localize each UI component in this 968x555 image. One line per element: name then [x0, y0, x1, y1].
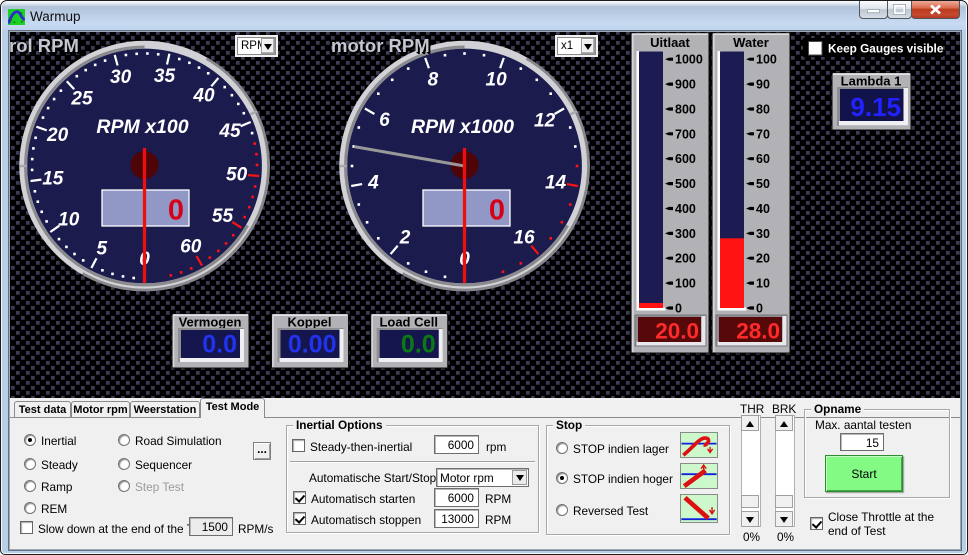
svg-text:0.0: 0.0	[401, 331, 436, 359]
svg-text:15: 15	[42, 169, 64, 190]
svg-text:4: 4	[367, 173, 379, 194]
svg-text:9.15: 9.15	[850, 92, 901, 122]
svg-text:25: 25	[70, 88, 93, 109]
svg-text:40: 40	[192, 86, 215, 107]
svg-text:0: 0	[489, 195, 505, 227]
svg-text:0.0: 0.0	[202, 331, 237, 359]
svg-text:20: 20	[46, 125, 69, 146]
svg-text:200: 200	[675, 252, 696, 266]
svg-text:40: 40	[756, 202, 770, 216]
svg-text:35: 35	[154, 66, 176, 87]
svg-text:0: 0	[168, 195, 184, 227]
svg-text:10: 10	[58, 210, 80, 231]
svg-text:RPM x1000: RPM x1000	[411, 116, 514, 138]
svg-text:500: 500	[675, 177, 696, 191]
svg-text:2: 2	[399, 227, 411, 248]
svg-text:90: 90	[756, 78, 770, 92]
svg-text:100: 100	[756, 53, 777, 67]
svg-text:Koppel: Koppel	[287, 315, 331, 330]
svg-text:55: 55	[212, 206, 234, 227]
svg-text:20.0: 20.0	[655, 319, 699, 344]
svg-text:900: 900	[675, 78, 696, 92]
svg-text:12: 12	[534, 110, 556, 131]
svg-text:Lambda 1: Lambda 1	[841, 74, 902, 89]
svg-text:8: 8	[428, 70, 439, 91]
svg-text:60: 60	[756, 152, 770, 166]
svg-text:Keep Gauges visible: Keep Gauges visible	[828, 42, 944, 56]
svg-text:30: 30	[756, 227, 770, 241]
svg-text:700: 700	[675, 127, 696, 141]
svg-text:16: 16	[513, 227, 535, 248]
svg-text:28.0: 28.0	[736, 319, 780, 344]
svg-text:5: 5	[97, 239, 108, 260]
svg-text:400: 400	[675, 202, 696, 216]
svg-text:1000: 1000	[675, 53, 703, 67]
svg-text:Vermogen: Vermogen	[179, 315, 242, 330]
svg-text:50: 50	[226, 165, 248, 186]
svg-text:600: 600	[675, 152, 696, 166]
svg-text:100: 100	[675, 277, 696, 291]
svg-text:10: 10	[486, 70, 508, 91]
svg-text:0.00: 0.00	[288, 331, 337, 359]
svg-text:0: 0	[756, 302, 763, 316]
svg-text:800: 800	[675, 103, 696, 117]
svg-text:60: 60	[180, 237, 202, 258]
svg-text:50: 50	[756, 177, 770, 191]
svg-text:300: 300	[675, 227, 696, 241]
svg-text:0: 0	[675, 302, 682, 316]
svg-text:Water: Water	[733, 35, 769, 50]
svg-text:70: 70	[756, 127, 770, 141]
svg-text:14: 14	[545, 173, 567, 194]
svg-text:30: 30	[110, 67, 132, 88]
svg-text:Load Cell: Load Cell	[379, 315, 438, 330]
svg-text:80: 80	[756, 103, 770, 117]
svg-text:RPM x100: RPM x100	[96, 116, 188, 138]
svg-text:10: 10	[756, 277, 770, 291]
svg-text:45: 45	[218, 121, 241, 142]
svg-text:20: 20	[756, 252, 770, 266]
svg-text:6: 6	[379, 110, 390, 131]
svg-text:Uitlaat: Uitlaat	[650, 35, 690, 50]
